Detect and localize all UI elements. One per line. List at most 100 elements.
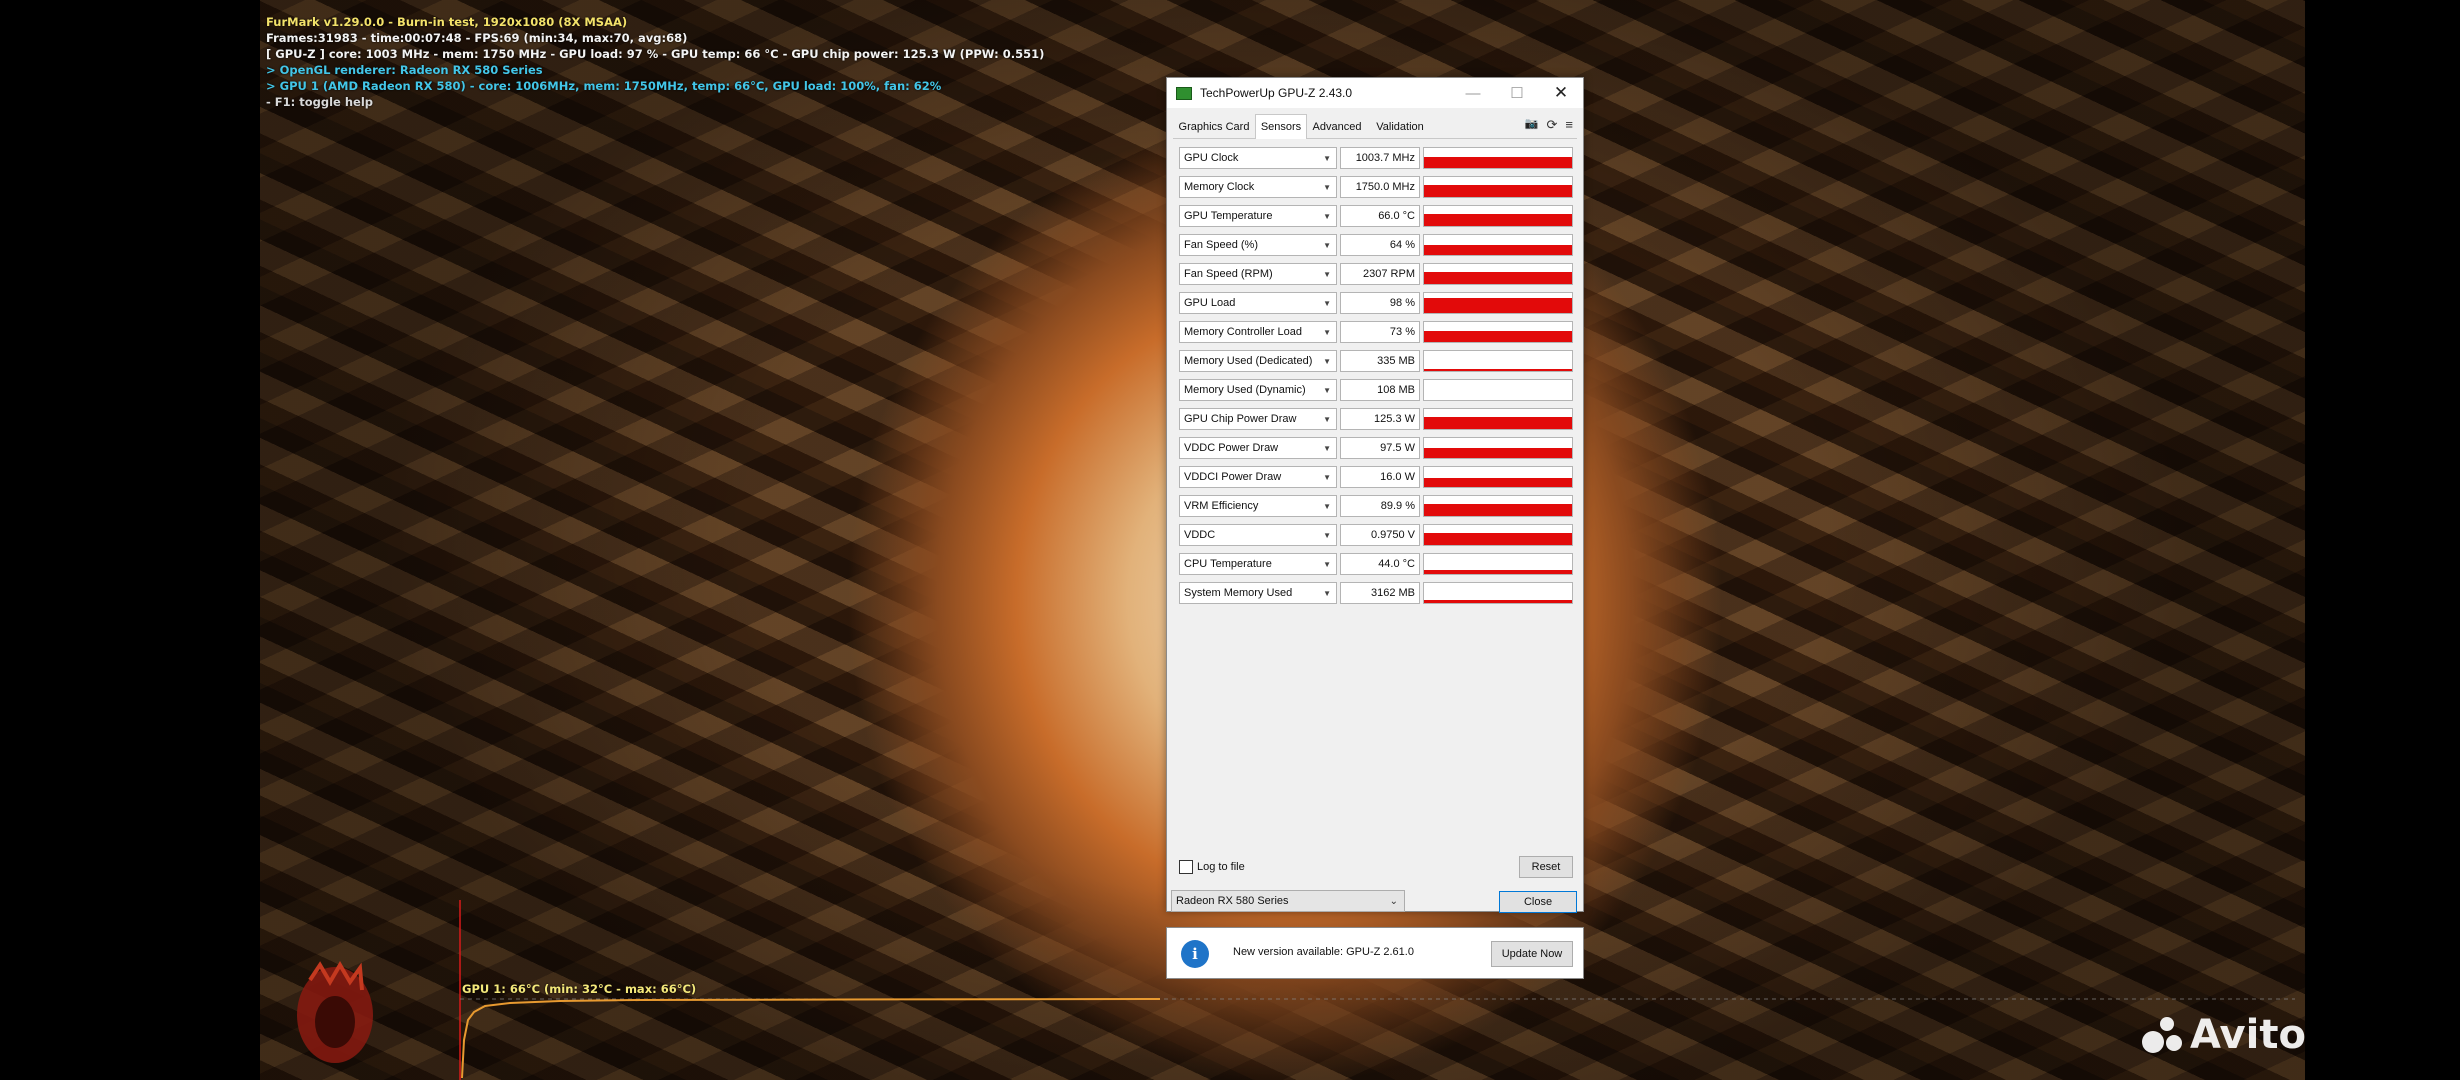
minimize-button[interactable]: — — [1451, 78, 1495, 108]
osd-renderer: > OpenGL renderer: Radeon RX 580 Series — [266, 63, 543, 77]
sensor-name-dropdown[interactable]: GPU Chip Power Draw ▼ — [1179, 408, 1337, 430]
sensor-value: 0.9750 V — [1340, 524, 1420, 546]
sensor-graph-fill — [1424, 533, 1572, 545]
dropdown-arrow-icon: ▼ — [1323, 327, 1331, 337]
dropdown-arrow-icon: ▼ — [1323, 356, 1331, 366]
sensor-name-dropdown[interactable]: Memory Used (Dynamic) ▼ — [1179, 379, 1337, 401]
sensor-name: Fan Speed (RPM) — [1184, 268, 1273, 280]
sensor-graph — [1423, 437, 1573, 459]
sensor-name-dropdown[interactable]: Fan Speed (%) ▼ — [1179, 234, 1337, 256]
sensor-name-dropdown[interactable]: GPU Clock ▼ — [1179, 147, 1337, 169]
sensor-name-dropdown[interactable]: Fan Speed (RPM) ▼ — [1179, 263, 1337, 285]
sensor-name: Memory Used (Dynamic) — [1184, 384, 1306, 396]
sensor-name-dropdown[interactable]: VDDC ▼ — [1179, 524, 1337, 546]
log-to-file-checkbox[interactable]: Log to file — [1179, 860, 1245, 874]
sensor-name-dropdown[interactable]: GPU Load ▼ — [1179, 292, 1337, 314]
sensor-name: GPU Clock — [1184, 152, 1239, 164]
sensor-name-dropdown[interactable]: Memory Used (Dedicated) ▼ — [1179, 350, 1337, 372]
dropdown-arrow-icon: ▼ — [1323, 385, 1331, 395]
sensor-value: 1750.0 MHz — [1340, 176, 1420, 198]
dropdown-arrow-icon: ▼ — [1323, 530, 1331, 540]
sensor-graph — [1423, 263, 1573, 285]
furmark-osd: FurMark v1.29.0.0 - Burn-in test, 1920x1… — [266, 14, 1044, 110]
sensor-graph-fill — [1424, 213, 1572, 226]
sensor-graph-fill — [1424, 417, 1572, 429]
sensor-graph-fill — [1424, 369, 1572, 371]
close-button[interactable]: Close — [1499, 891, 1577, 913]
sensor-graph-fill — [1424, 184, 1572, 197]
sensor-graph — [1423, 408, 1573, 430]
tab-graphics-card[interactable]: Graphics Card — [1173, 117, 1255, 137]
gpuz-titlebar[interactable]: TechPowerUp GPU-Z 2.43.0 — ☐ ✕ — [1167, 78, 1583, 108]
checkbox-icon[interactable] — [1179, 860, 1193, 874]
sensor-graph-fill — [1424, 570, 1572, 574]
sensor-row: GPU Temperature ▼ 66.0 °C — [1179, 202, 1573, 231]
tab-validation[interactable]: Validation — [1369, 117, 1431, 137]
sensor-graph — [1423, 205, 1573, 227]
sensor-row: GPU Clock ▼ 1003.7 MHz — [1179, 144, 1573, 173]
sensor-value: 73 % — [1340, 321, 1420, 343]
sensor-name-dropdown[interactable]: VDDCI Power Draw ▼ — [1179, 466, 1337, 488]
info-icon: i — [1181, 940, 1209, 968]
update-now-button[interactable]: Update Now — [1491, 941, 1573, 967]
gpu-select-value: Radeon RX 580 Series — [1176, 895, 1289, 907]
sensor-value: 44.0 °C — [1340, 553, 1420, 575]
osd-frames: Frames:31983 - time:00:07:48 - FPS:69 (m… — [266, 31, 688, 45]
dropdown-arrow-icon: ▼ — [1323, 240, 1331, 250]
camera-icon[interactable]: 📷 — [1525, 117, 1539, 133]
sensor-name: GPU Temperature — [1184, 210, 1273, 222]
avito-wordmark: Avito — [2190, 1012, 2306, 1058]
sensor-graph-fill — [1424, 600, 1572, 603]
sensor-name-dropdown[interactable]: VRM Efficiency ▼ — [1179, 495, 1337, 517]
gpu-select-dropdown[interactable]: Radeon RX 580 Series ⌄ — [1171, 890, 1405, 912]
window-title: TechPowerUp GPU-Z 2.43.0 — [1200, 86, 1353, 100]
sensor-graph — [1423, 292, 1573, 314]
dropdown-arrow-icon: ▼ — [1323, 588, 1331, 598]
sensor-value: 98 % — [1340, 292, 1420, 314]
sensor-graph — [1423, 379, 1573, 401]
sensor-name: VDDC — [1184, 529, 1216, 541]
sensor-name-dropdown[interactable]: Memory Clock ▼ — [1179, 176, 1337, 198]
sensor-row: CPU Temperature ▼ 44.0 °C — [1179, 550, 1573, 579]
close-window-button[interactable]: ✕ — [1539, 78, 1583, 108]
sensor-name-dropdown[interactable]: CPU Temperature ▼ — [1179, 553, 1337, 575]
sensor-graph — [1423, 176, 1573, 198]
sensor-value: 1003.7 MHz — [1340, 147, 1420, 169]
sensor-name-dropdown[interactable]: GPU Temperature ▼ — [1179, 205, 1337, 227]
sensor-name-dropdown[interactable]: System Memory Used ▼ — [1179, 582, 1337, 604]
log-to-file-label: Log to file — [1197, 861, 1245, 873]
reset-button[interactable]: Reset — [1519, 856, 1573, 878]
sensor-value: 335 MB — [1340, 350, 1420, 372]
osd-help: - F1: toggle help — [266, 95, 374, 109]
sensor-name: GPU Load — [1184, 297, 1236, 309]
sensor-row: VDDC ▼ 0.9750 V — [1179, 521, 1573, 550]
dropdown-arrow-icon: ▼ — [1323, 559, 1331, 569]
sensor-name-dropdown[interactable]: Memory Controller Load ▼ — [1179, 321, 1337, 343]
update-notification: i New version available: GPU-Z 2.61.0 Up… — [1166, 927, 1584, 979]
dropdown-arrow-icon: ▼ — [1323, 182, 1331, 192]
sensor-name-dropdown[interactable]: VDDC Power Draw ▼ — [1179, 437, 1337, 459]
tab-advanced[interactable]: Advanced — [1307, 117, 1367, 137]
refresh-icon[interactable]: ⟳ — [1547, 117, 1558, 133]
sensor-graph-fill — [1424, 245, 1572, 255]
sensor-graph-fill — [1424, 448, 1572, 458]
sensor-row: Memory Used (Dedicated) ▼ 335 MB — [1179, 347, 1573, 376]
dropdown-arrow-icon: ▼ — [1323, 443, 1331, 453]
osd-gpuz: [ GPU-Z ] core: 1003 MHz - mem: 1750 MHz… — [266, 47, 1045, 61]
sensor-value: 108 MB — [1340, 379, 1420, 401]
dropdown-arrow-icon: ▼ — [1323, 298, 1331, 308]
maximize-button[interactable]: ☐ — [1495, 78, 1539, 108]
sensor-name: Memory Used (Dedicated) — [1184, 355, 1313, 367]
dropdown-arrow-icon: ▼ — [1323, 211, 1331, 221]
sensor-graph-fill — [1424, 298, 1572, 313]
gpuz-window: TechPowerUp GPU-Z 2.43.0 — ☐ ✕ Graphics … — [1166, 77, 1584, 913]
sensor-row: Memory Used (Dynamic) ▼ 108 MB — [1179, 376, 1573, 405]
dropdown-arrow-icon: ▼ — [1323, 153, 1331, 163]
sensor-row: VDDC Power Draw ▼ 97.5 W — [1179, 434, 1573, 463]
sensor-name: VDDCI Power Draw — [1184, 471, 1282, 483]
sensor-value: 3162 MB — [1340, 582, 1420, 604]
sensor-graph — [1423, 321, 1573, 343]
menu-icon[interactable]: ≡ — [1565, 117, 1573, 133]
gpuz-app-icon — [1176, 86, 1192, 100]
tab-sensors[interactable]: Sensors — [1255, 114, 1307, 139]
